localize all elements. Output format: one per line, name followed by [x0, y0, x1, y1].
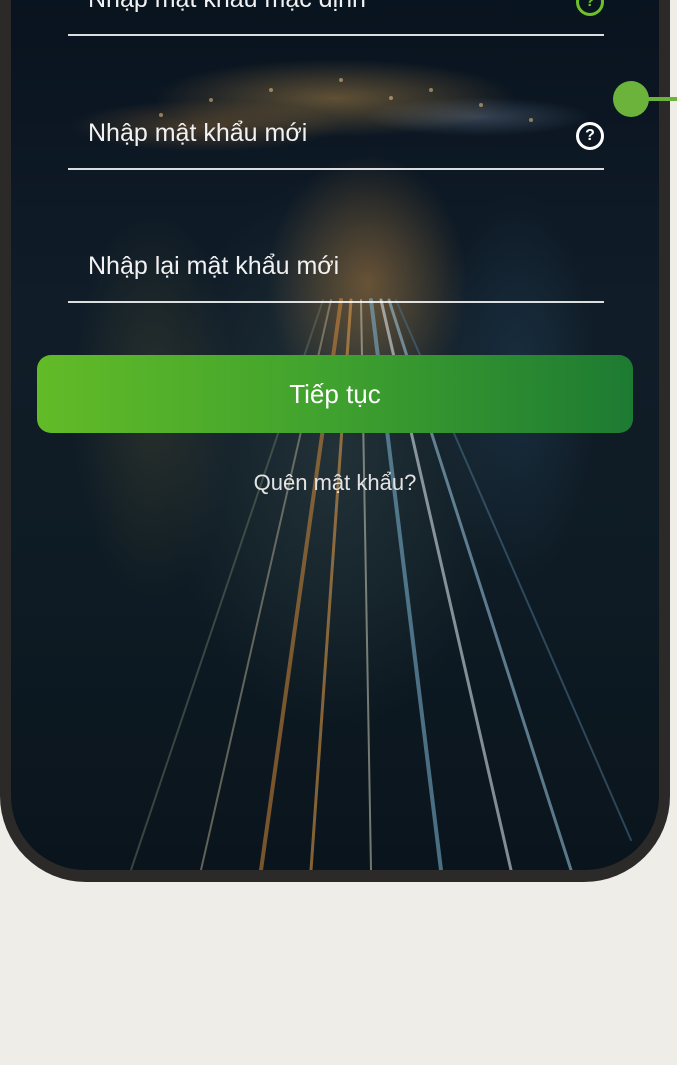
confirm-password-field[interactable]: Nhập lại mật khẩu mới: [68, 241, 604, 303]
new-password-placeholder: Nhập mật khẩu mới: [88, 119, 308, 147]
forgot-password-link[interactable]: Quên mật khẩu?: [0, 470, 670, 496]
annotation-dot: [613, 81, 649, 117]
help-icon[interactable]: ?: [576, 122, 604, 150]
continue-button[interactable]: Tiếp tục: [37, 355, 633, 433]
default-password-placeholder: Nhập mật khẩu mặc định: [88, 0, 366, 14]
default-password-field[interactable]: Nhập mật khẩu mặc định ?: [68, 0, 604, 36]
confirm-password-placeholder: Nhập lại mật khẩu mới: [88, 252, 340, 280]
new-password-field[interactable]: Nhập mật khẩu mới ?: [68, 108, 604, 170]
help-icon[interactable]: ?: [576, 0, 604, 16]
